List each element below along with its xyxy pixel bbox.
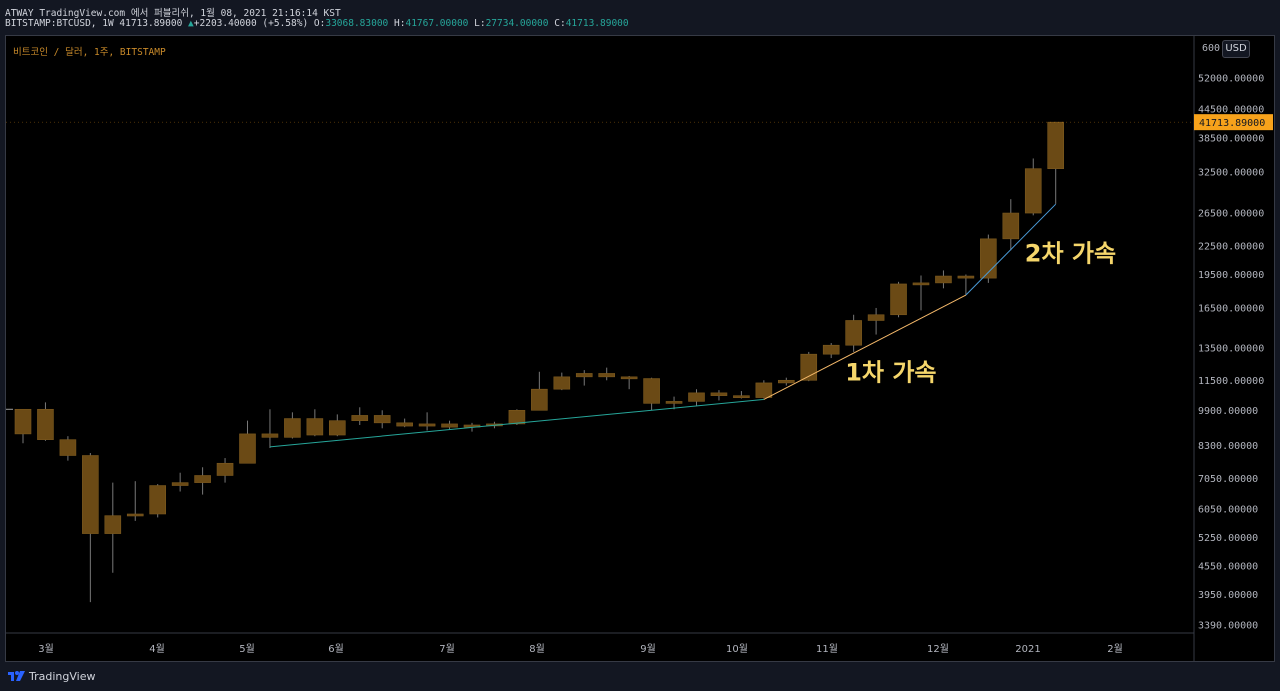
x-tick-label: 2월 [1107,643,1123,655]
candle-body [216,462,234,476]
y-tick-label: 9900.00000 [1198,406,1258,417]
candle-body [531,388,548,411]
y-tick-label: 38500.00000 [1198,134,1264,145]
y-tick-label: 11500.00000 [1198,376,1264,387]
y-tick-label: 8300.00000 [1198,441,1258,452]
close-value: 41713.89000 [565,18,629,29]
candle-body [1024,168,1042,214]
y-tick-label: 19500.00000 [1198,270,1264,281]
open-label: O: [313,18,326,29]
candle-body [777,379,795,384]
currency-button[interactable]: USD [1222,40,1250,58]
x-tick-label: 8월 [529,643,545,655]
x-tick-label: 2021 [1015,644,1040,655]
chart-subtitle: 비트코인 / 달러, 1주, BITSTAMP [13,47,166,58]
candle-body [351,415,369,421]
footer-bar [0,662,1280,691]
candle-body [688,392,705,402]
candle-body [441,423,458,428]
candle-body [957,275,975,279]
low-value: 27734.00000 [485,18,549,29]
candle-body [665,401,683,404]
candle-body [822,344,840,355]
candle-body [373,415,391,424]
y-tick-label: 7050.00000 [1198,474,1258,485]
ohlc-bar: BITSTAMP:BTCUSD, 1W 41713.89000 ▲+2203.4… [5,18,629,29]
x-tick-label: 7월 [439,643,455,655]
y-tick-label: 4550.00000 [1198,562,1258,573]
candle-body [37,408,54,440]
candle-body [1002,212,1020,240]
chart-annotation: 1차 가속 [845,358,936,386]
candle-body [710,392,728,396]
x-tick-label: 4월 [149,643,165,655]
candle-body [620,376,638,380]
y-tick-label: 32500.00000 [1198,168,1264,179]
candle-body [508,409,526,425]
candle-body [126,513,144,517]
symbol-label: BITSTAMP:BTCUSD, 1W 41713.89000 [5,18,183,29]
candle-body [194,475,211,483]
y-tick-label: 52000.00000 [1198,74,1264,85]
candle-body [553,376,571,390]
tradingview-brand[interactable]: TradingView [29,670,95,683]
candle-body [284,418,301,438]
candle-body [104,515,122,534]
candle-body [912,282,930,286]
open-value: 33068.83000 [325,18,389,29]
x-tick-label: 6월 [328,643,344,655]
last-price-label: 41713.89000 [1199,118,1265,129]
y-tick-label: 22500.00000 [1198,241,1264,252]
candle-body [598,373,616,378]
candle-body [755,382,773,398]
y-tick-label: 3390.00000 [1198,621,1258,632]
candle-body [1047,121,1064,169]
y-tick-label: 5250.00000 [1198,533,1258,544]
y-tick-label: 26500.00000 [1198,209,1264,220]
candle-body [733,395,750,398]
high-label: H: [394,18,406,29]
change-value: +2203.40000 (+5.58%) [193,18,309,29]
candle-body [935,275,952,284]
x-tick-label: 12월 [927,643,949,655]
y-tick-label: 13500.00000 [1198,344,1264,355]
high-value: 41767.00000 [405,18,469,29]
candle-body [82,455,99,534]
candle-body [261,433,279,438]
low-label: L: [474,18,486,29]
y-tick-label: 16500.00000 [1198,303,1264,314]
candle-body [575,373,593,378]
top-price-label: 600 [1202,43,1221,54]
close-label: C: [554,18,566,29]
x-tick-label: 9월 [640,643,656,655]
x-tick-label: 3월 [38,643,54,655]
candle-body [890,283,907,316]
candle-body [306,418,324,436]
candlestick-chart[interactable]: 52000.00000 44500.00000 38500.00000 32500.0… [6,36,1274,661]
candle-body [418,423,436,427]
candle-body [239,433,256,464]
y-tick-label: 6050.00000 [1198,504,1258,515]
candle-body [149,485,166,515]
x-tick-label: 10월 [726,643,748,655]
x-tick-label: 11월 [816,643,838,655]
tradingview-logo-icon[interactable] [7,668,27,682]
publish-info: ATWAY TradingView.com 에서 퍼블리쉬, 1월 08, 20… [5,8,341,19]
y-tick-label: 44500.00000 [1198,105,1264,116]
candle-body [396,422,413,427]
candle-body [171,482,189,486]
candle-body [643,378,660,404]
chart-header: ATWAY TradingView.com 에서 퍼블리쉬, 1월 08, 20… [0,0,1280,34]
candle-body [867,314,885,321]
chart-annotation: 2차 가속 [1025,240,1116,268]
x-tick-label: 5월 [239,643,255,655]
candle-body [328,420,346,436]
y-tick-label: 3950.00000 [1198,590,1258,601]
candle-body [59,439,77,456]
candle-body [845,320,862,346]
candle-body [14,408,32,435]
